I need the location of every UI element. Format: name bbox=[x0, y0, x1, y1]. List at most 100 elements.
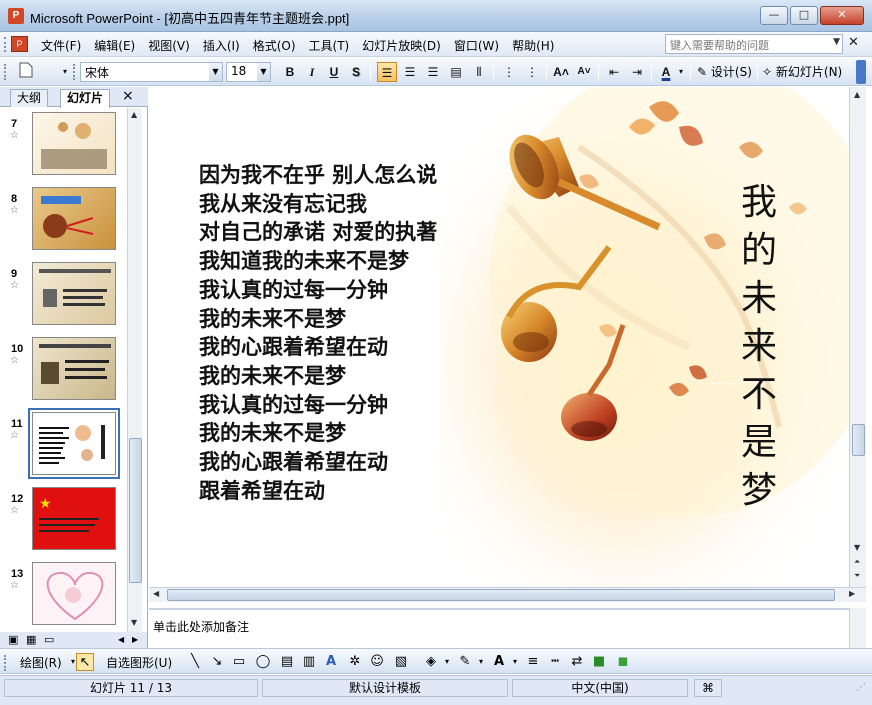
toolbar-grip[interactable] bbox=[4, 37, 7, 52]
new-slide-button[interactable]: ✧ 新幻灯片(N) bbox=[762, 62, 842, 82]
draw-menu-button[interactable]: 绘图(R) bbox=[20, 654, 62, 671]
oval-tool-icon[interactable]: ◯ bbox=[254, 653, 272, 671]
slide-thumbnail-row[interactable]: 8 ☆ bbox=[0, 183, 126, 253]
slide-thumbnail-selected[interactable] bbox=[28, 408, 120, 479]
slide-thumbnail-row[interactable]: 11 ☆ bbox=[0, 408, 126, 479]
scroll-up-icon[interactable]: ▲ bbox=[854, 90, 860, 99]
maximize-button[interactable]: □ bbox=[790, 6, 818, 25]
toolbar-grip[interactable] bbox=[4, 655, 7, 671]
menu-format[interactable]: 格式(O) bbox=[248, 36, 301, 55]
slide-canvas[interactable]: ~~~~ ~~~ 因为我不在乎 别人怎么说 我从来没有忘记我 对自己的承诺 对爱… bbox=[149, 87, 849, 587]
align-right-icon[interactable]: ☰ bbox=[423, 62, 443, 82]
chevron-down-icon[interactable]: ▾ bbox=[472, 653, 490, 671]
slide-thumbnail[interactable] bbox=[32, 562, 116, 625]
design-button[interactable]: ✎ 设计(S) bbox=[697, 62, 752, 82]
menu-tools[interactable]: 工具(T) bbox=[304, 36, 355, 55]
shadow-style-icon[interactable]: ■ bbox=[590, 653, 608, 671]
slide-thumbnail[interactable] bbox=[32, 337, 116, 400]
rectangle-tool-icon[interactable]: ▭ bbox=[230, 653, 248, 671]
minimize-button[interactable]: — bbox=[760, 6, 788, 25]
slide-horizontal-scrollbar[interactable]: ◀ ▶ bbox=[149, 587, 866, 602]
chevron-down-icon[interactable]: ▼ bbox=[257, 63, 270, 81]
line-style-icon[interactable]: ≡ bbox=[524, 653, 542, 671]
menu-edit[interactable]: 编辑(E) bbox=[89, 36, 140, 55]
slide-thumbnail[interactable] bbox=[32, 262, 116, 325]
next-slide-icon[interactable]: ⏷ bbox=[854, 571, 860, 581]
font-size-select[interactable]: 18 ▼ bbox=[226, 62, 271, 82]
menu-slideshow[interactable]: 幻灯片放映(D) bbox=[357, 36, 446, 55]
italic-button[interactable]: I bbox=[303, 62, 321, 82]
textbox-tool-icon[interactable]: ▤ bbox=[278, 653, 296, 671]
resize-grip-icon[interactable]: ⋰ bbox=[856, 682, 866, 693]
slide-thumbnail-row[interactable]: 7 ☆ bbox=[0, 108, 126, 178]
underline-button[interactable]: U bbox=[325, 62, 343, 82]
font-color-icon[interactable]: A bbox=[656, 62, 676, 82]
decrease-font-icon[interactable]: A˅ bbox=[574, 62, 594, 82]
menu-window[interactable]: 窗口(W) bbox=[449, 36, 504, 55]
numbering-icon[interactable]: ⋮ bbox=[499, 62, 519, 82]
scrollbar-thumb[interactable] bbox=[852, 424, 865, 456]
tab-slides[interactable]: 幻灯片 bbox=[60, 89, 111, 108]
slide-sorter-icon[interactable]: ▦ bbox=[26, 633, 36, 646]
slide-thumbnail-row[interactable]: 10 ☆ bbox=[0, 333, 126, 403]
close-pane-icon[interactable]: × bbox=[122, 88, 134, 104]
increase-font-icon[interactable]: A˄ bbox=[551, 62, 571, 82]
decrease-indent-icon[interactable]: ⇤ bbox=[604, 62, 624, 82]
notes-scrollbar[interactable] bbox=[849, 608, 866, 648]
help-search-input[interactable]: 键入需要帮助的问题 ▼ bbox=[665, 34, 843, 54]
menu-help[interactable]: 帮助(H) bbox=[507, 36, 559, 55]
toolbar-grip[interactable] bbox=[4, 64, 7, 80]
scroll-left-icon[interactable]: ◀ bbox=[153, 589, 159, 598]
slide-thumbnail[interactable] bbox=[32, 187, 116, 250]
scroll-left-icon[interactable]: ◀ bbox=[118, 635, 124, 644]
distribute-icon[interactable]: ▤ bbox=[446, 62, 466, 82]
slide-thumbnail[interactable]: ★ bbox=[32, 487, 116, 550]
notes-pane[interactable]: 单击此处添加备注 bbox=[149, 608, 849, 648]
slide-thumbnail-row[interactable]: 9 ☆ bbox=[0, 258, 126, 328]
menu-file[interactable]: 文件(F) bbox=[36, 36, 86, 55]
vertical-title-text-box[interactable]: 我 的 未 来 不 是 梦 bbox=[737, 179, 781, 515]
slide-thumbnail-row[interactable]: 12 ☆ ★ bbox=[0, 483, 126, 553]
template-status[interactable]: 默认设计模板 bbox=[262, 679, 508, 697]
dash-style-icon[interactable]: ┅ bbox=[546, 653, 564, 671]
scrollbar-thumb[interactable] bbox=[167, 589, 835, 601]
lyrics-text-box[interactable]: 因为我不在乎 别人怎么说 我从来没有忘记我 对自己的承诺 对爱的执著 我知道我的… bbox=[199, 161, 437, 505]
select-pointer-icon[interactable]: ↖ bbox=[76, 653, 94, 671]
scroll-down-icon[interactable]: ▼ bbox=[854, 543, 860, 552]
diagram-icon[interactable]: ✲ bbox=[346, 653, 364, 671]
chevron-down-icon[interactable]: ▾ bbox=[677, 62, 685, 82]
toolbar-grip[interactable] bbox=[73, 64, 76, 80]
normal-view-icon[interactable]: ▣ bbox=[8, 633, 18, 646]
scrollbar-thumb[interactable] bbox=[129, 438, 142, 583]
document-close-icon[interactable]: ✕ bbox=[848, 35, 859, 50]
scroll-down-icon[interactable]: ▼ bbox=[131, 618, 137, 627]
3d-style-icon[interactable]: ◼ bbox=[614, 653, 632, 671]
toolbar-options-icon[interactable]: ▾ bbox=[60, 62, 70, 82]
chevron-down-icon[interactable]: ▼ bbox=[833, 37, 840, 47]
tab-outline[interactable]: 大纲 bbox=[10, 89, 49, 107]
align-center-icon[interactable]: ☰ bbox=[400, 62, 420, 82]
previous-slide-icon[interactable]: ⏶ bbox=[854, 557, 860, 567]
chevron-down-icon[interactable]: ▼ bbox=[209, 63, 222, 81]
chevron-down-icon[interactable]: ▾ bbox=[506, 653, 524, 671]
clipart-icon[interactable]: ☺ bbox=[368, 653, 386, 671]
slide-thumbnail[interactable] bbox=[32, 112, 116, 175]
scroll-right-icon[interactable]: ▶ bbox=[849, 589, 855, 598]
thumbnails-scrollbar[interactable]: ▲ ▼ bbox=[127, 108, 142, 632]
powerpoint-app-icon[interactable]: P bbox=[8, 8, 24, 24]
close-button[interactable]: ✕ bbox=[820, 6, 864, 25]
arrow-style-icon[interactable]: ⇄ bbox=[568, 653, 586, 671]
vertical-textbox-icon[interactable]: ▥ bbox=[300, 653, 318, 671]
picture-icon[interactable]: ▧ bbox=[392, 653, 410, 671]
scroll-up-icon[interactable]: ▲ bbox=[131, 110, 137, 119]
spelling-status-icon[interactable]: ⌘ bbox=[694, 679, 722, 697]
autoshapes-button[interactable]: 自选图形(U) bbox=[106, 654, 172, 671]
arrow-tool-icon[interactable]: ↘ bbox=[208, 653, 226, 671]
line-tool-icon[interactable]: ╲ bbox=[186, 653, 204, 671]
bullets-icon[interactable]: ⋮ bbox=[522, 62, 542, 82]
shadow-button[interactable]: S bbox=[347, 62, 365, 82]
scroll-right-icon[interactable]: ▶ bbox=[132, 635, 138, 644]
document-icon[interactable]: P bbox=[11, 36, 28, 52]
wordart-icon[interactable]: A bbox=[322, 653, 340, 671]
increase-indent-icon[interactable]: ⇥ bbox=[627, 62, 647, 82]
